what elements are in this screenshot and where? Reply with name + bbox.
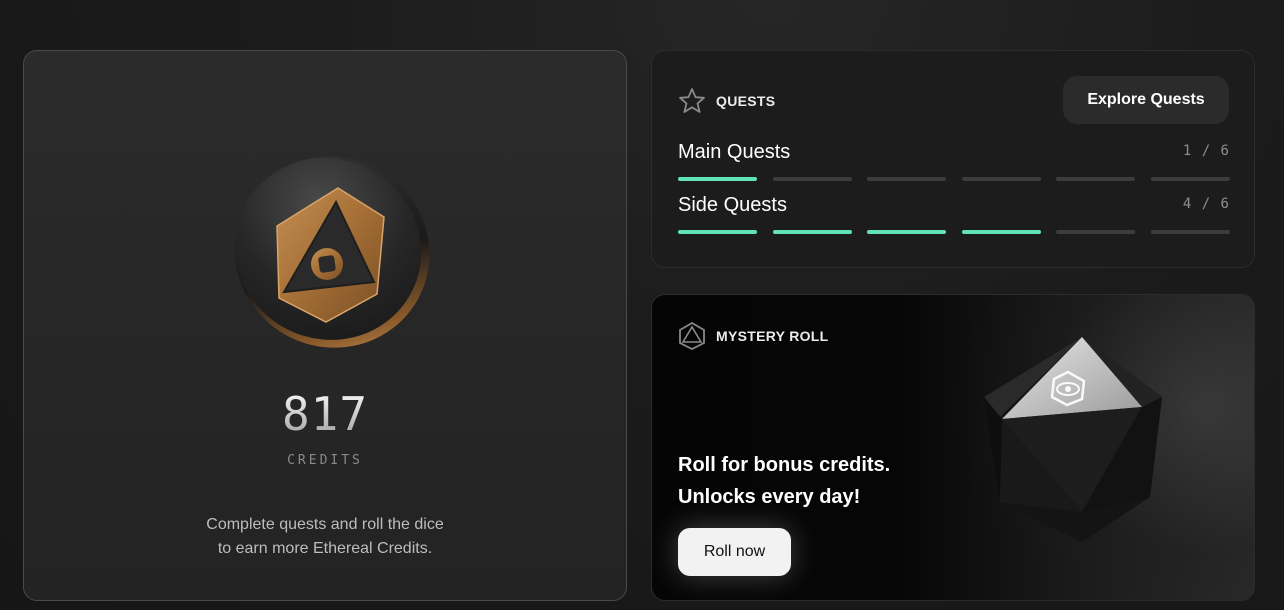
mystery-description: Roll for bonus credits. Unlocks every da… — [678, 449, 890, 513]
roll-now-button[interactable]: Roll now — [678, 528, 791, 576]
quest-count: 4 / 6 — [1182, 196, 1230, 212]
quest-name: Main Quests — [678, 141, 791, 163]
progress-segment — [1056, 230, 1136, 234]
coin-icon — [234, 156, 430, 348]
credits-card: 817 CREDITS Complete quests and roll the… — [23, 50, 627, 601]
progress-segment — [1151, 177, 1230, 181]
quest-progress-bar — [678, 230, 1230, 234]
progress-segment — [867, 230, 947, 234]
octahedron-icon — [679, 321, 705, 351]
progress-segment — [678, 177, 757, 181]
credits-value: 817 — [24, 387, 626, 441]
quests-header: QUESTS — [678, 87, 775, 115]
quest-count: 1 / 6 — [1182, 143, 1230, 159]
mystery-title: MYSTERY ROLL — [716, 328, 829, 344]
progress-segment — [1151, 230, 1230, 234]
progress-segment — [678, 230, 757, 234]
quests-card: QUESTS Explore Quests Main Quests 1 / 6 … — [651, 50, 1255, 268]
progress-segment — [867, 177, 947, 181]
mystery-line1: Roll for bonus credits. — [678, 454, 891, 476]
progress-segment — [961, 177, 1041, 181]
star-icon — [679, 88, 705, 113]
credits-description-line2: to earn more Ethereal Credits. — [217, 540, 433, 557]
quest-progress-bar — [678, 177, 1230, 181]
d20-dice-icon — [984, 337, 1162, 542]
quest-name: Side Quests — [678, 194, 787, 216]
progress-segment — [1056, 177, 1136, 181]
credits-description: Complete quests and roll the dice to ear… — [24, 513, 626, 561]
progress-segment — [772, 230, 852, 234]
mystery-header: MYSTERY ROLL — [678, 321, 829, 351]
mystery-line2: Unlocks every day! — [678, 486, 861, 508]
quests-title: QUESTS — [716, 93, 776, 109]
credits-description-line1: Complete quests and roll the dice — [206, 516, 444, 533]
credits-label: CREDITS — [287, 453, 363, 468]
explore-quests-button[interactable]: Explore Quests — [1063, 76, 1229, 124]
progress-segment — [961, 230, 1041, 234]
mystery-roll-card: MYSTERY ROLL Roll for bonus credits. Unl… — [651, 294, 1255, 601]
progress-segment — [772, 177, 852, 181]
